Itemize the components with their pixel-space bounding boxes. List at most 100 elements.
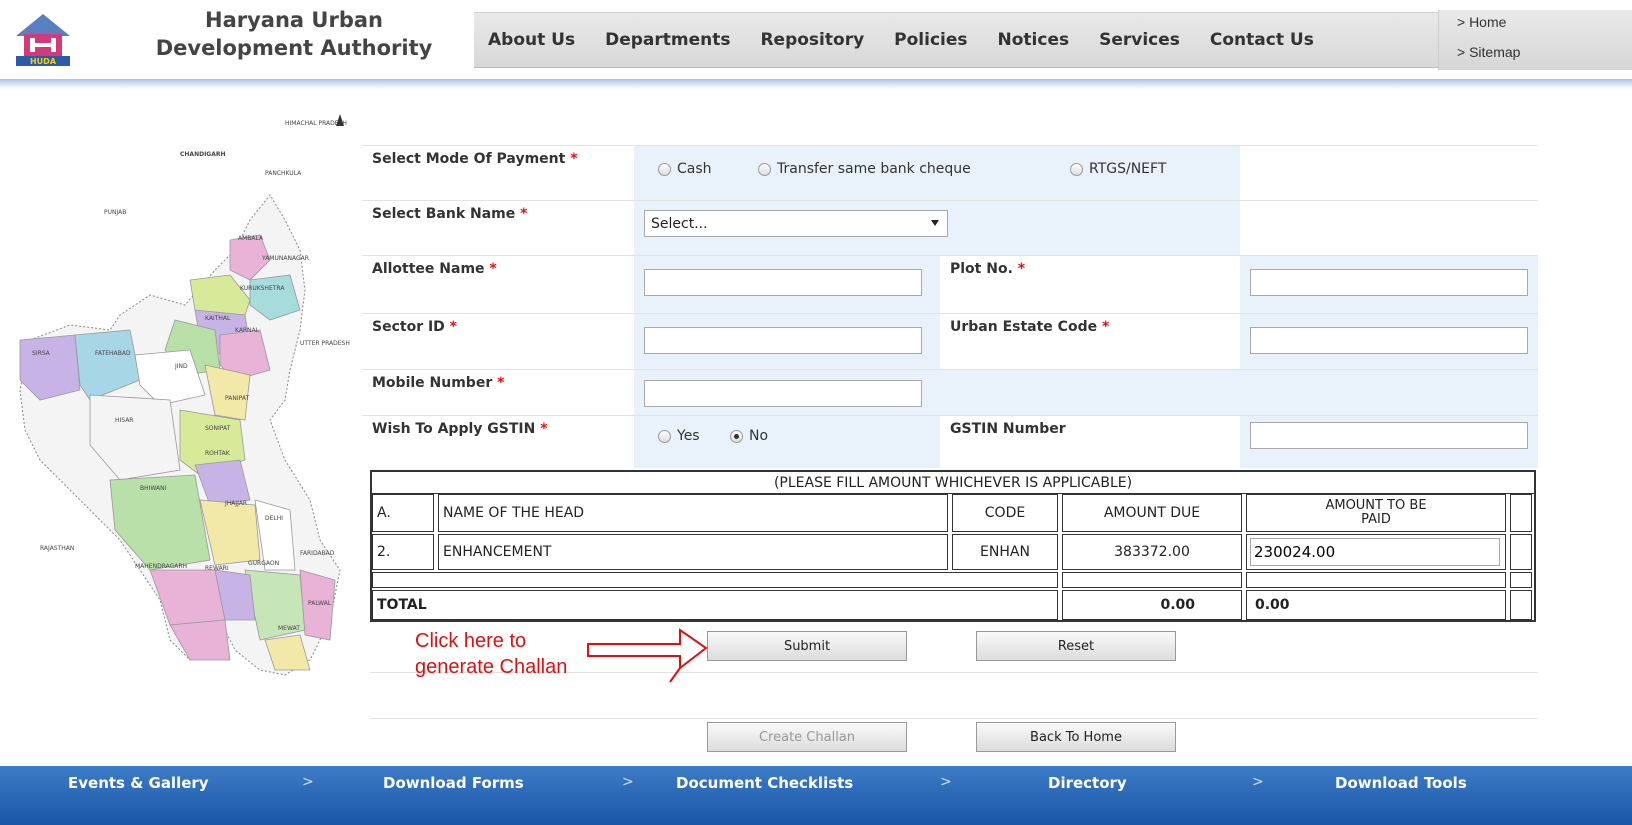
- header-code: CODE: [952, 494, 1058, 532]
- map-label-chandigarh: CHANDIGARH: [180, 151, 226, 158]
- radio-dot[interactable]: [1070, 162, 1083, 176]
- radio-dot[interactable]: [658, 429, 671, 443]
- huda-logo[interactable]: HUDA: [14, 12, 72, 66]
- main-nav: About Us Departments Repository Policies…: [474, 12, 1438, 68]
- submit-button[interactable]: Submit: [707, 631, 907, 661]
- mobile-row: Mobile Number *: [362, 369, 1538, 416]
- urban-estate-label-text: Urban Estate Code: [950, 319, 1098, 335]
- payment-mode-row: Select Mode Of Payment * Cash Transfer s…: [362, 145, 1538, 201]
- quick-links: > Home > Sitemap: [1438, 10, 1632, 70]
- payment-mode-label-text: Select Mode Of Payment: [372, 151, 566, 167]
- home-link[interactable]: > Home: [1457, 14, 1506, 30]
- nav-departments[interactable]: Departments: [605, 30, 730, 50]
- row-empty: [1510, 534, 1532, 570]
- row-serial: 2.: [372, 534, 434, 570]
- bank-select-value: Select...: [651, 216, 708, 232]
- sitemap-link[interactable]: > Sitemap: [1457, 44, 1520, 60]
- map-label-delhi: DELHI: [265, 515, 283, 522]
- header-divider: [0, 79, 1632, 89]
- gstin-row: Wish To Apply GSTIN * Yes No GSTIN Numbe…: [362, 415, 1538, 468]
- footer-directory[interactable]: Directory: [1048, 774, 1127, 792]
- map-label-panipat: PANIPAT: [225, 395, 249, 402]
- radio-rtgs-neft[interactable]: RTGS/NEFT: [1070, 161, 1166, 177]
- reset-button[interactable]: Reset: [976, 631, 1176, 661]
- map-label-sirsa: SIRSA: [32, 350, 51, 357]
- allottee-label: Allottee Name *: [372, 261, 497, 277]
- nav-contact-us[interactable]: Contact Us: [1210, 30, 1314, 50]
- radio-cash-label: Cash: [677, 161, 712, 177]
- sector-id-input[interactable]: [644, 327, 922, 354]
- mobile-label: Mobile Number *: [372, 375, 504, 391]
- blank-row-pay: [1246, 572, 1506, 588]
- blank-row-due: [1062, 572, 1242, 588]
- map-label-fatehabad: FATEHABAD: [95, 350, 131, 357]
- map-label-rohtak: ROHTAK: [205, 450, 231, 457]
- nav-services[interactable]: Services: [1099, 30, 1180, 50]
- radio-yes-label: Yes: [677, 428, 700, 444]
- required-mark: *: [1101, 319, 1110, 335]
- map-label-hisar: HISAR: [115, 417, 133, 424]
- allottee-row: Allottee Name * Plot No. *: [362, 255, 1538, 314]
- required-mark: *: [497, 375, 505, 391]
- required-mark: *: [520, 206, 528, 222]
- radio-dot[interactable]: [758, 162, 771, 176]
- bank-select[interactable]: Select...: [644, 210, 948, 237]
- radio-dot[interactable]: [658, 162, 671, 176]
- mobile-label-text: Mobile Number: [372, 375, 493, 391]
- radio-transfer-label: Transfer same bank cheque: [777, 161, 971, 177]
- required-mark: *: [570, 151, 578, 167]
- radio-cash[interactable]: Cash: [658, 161, 712, 177]
- nav-repository[interactable]: Repository: [760, 30, 864, 50]
- nav-policies[interactable]: Policies: [894, 30, 967, 50]
- urban-estate-label: Urban Estate Code *: [950, 319, 1109, 335]
- row-amount-due: 383372.00: [1062, 534, 1242, 570]
- dropdown-caret-icon: [931, 220, 939, 226]
- footer-events-gallery[interactable]: Events & Gallery: [68, 774, 209, 792]
- map-label-palwal: PALWAL: [308, 600, 332, 607]
- map-label-faridabad: FARIDABAD: [300, 550, 335, 557]
- allottee-name-input[interactable]: [644, 269, 922, 296]
- radio-gstin-no[interactable]: No: [730, 428, 768, 444]
- radio-dot-checked[interactable]: [730, 429, 743, 443]
- header-empty: [1510, 494, 1532, 532]
- mobile-number-input[interactable]: [644, 380, 922, 407]
- map-label-mahendragarh: MAHENDRAGARH: [135, 563, 187, 570]
- gstin-number-input[interactable]: [1250, 422, 1528, 449]
- nav-notices[interactable]: Notices: [998, 30, 1070, 50]
- required-mark: *: [1017, 261, 1026, 277]
- required-mark: *: [489, 261, 497, 277]
- nav-about-us[interactable]: About Us: [488, 30, 575, 50]
- org-title-line2: Development Authority: [155, 36, 433, 60]
- footer-document-checklists[interactable]: Document Checklists: [676, 774, 853, 792]
- table-caption: (PLEASE FILL AMOUNT WHICHEVER IS APPLICA…: [372, 472, 1534, 494]
- map-label-gurgaon: GURGAON: [248, 560, 279, 567]
- blank-row-left: [372, 572, 1058, 588]
- row-amount-to-pay-cell: [1246, 534, 1506, 570]
- gstin-apply-label-text: Wish To Apply GSTIN: [372, 421, 536, 437]
- logo-text: HUDA: [30, 57, 57, 66]
- footer-download-tools[interactable]: Download Tools: [1335, 774, 1467, 792]
- allottee-label-text: Allottee Name: [372, 261, 485, 277]
- required-mark: *: [540, 421, 548, 437]
- radio-no-label: No: [749, 428, 769, 444]
- plot-no-input[interactable]: [1250, 269, 1528, 296]
- footer-download-forms[interactable]: Download Forms: [383, 774, 524, 792]
- back-to-home-button[interactable]: Back To Home: [976, 722, 1176, 752]
- bank-label: Select Bank Name *: [372, 206, 527, 222]
- amount-to-pay-input[interactable]: [1250, 538, 1500, 566]
- annotation-text: Click here to generate Challan: [415, 628, 567, 680]
- map-label-karnal: KARNAL: [235, 327, 260, 334]
- radio-gstin-yes[interactable]: Yes: [658, 428, 700, 444]
- radio-transfer-cheque[interactable]: Transfer same bank cheque: [758, 161, 971, 177]
- footer-separator: >: [1252, 774, 1264, 790]
- bank-label-text: Select Bank Name: [372, 206, 516, 222]
- footer-separator: >: [302, 774, 314, 790]
- create-challan-button[interactable]: Create Challan: [707, 722, 907, 752]
- row-code: ENHAN: [952, 534, 1058, 570]
- map-label-bhiwani: BHIWANI: [140, 485, 167, 492]
- urban-estate-code-input[interactable]: [1250, 327, 1528, 354]
- required-mark: *: [449, 319, 457, 335]
- map-label-kurukshetra: KURUKSHETRA: [240, 285, 285, 292]
- bank-row: Select Bank Name * Select...: [362, 200, 1538, 256]
- row-head-name: ENHANCEMENT: [438, 534, 948, 570]
